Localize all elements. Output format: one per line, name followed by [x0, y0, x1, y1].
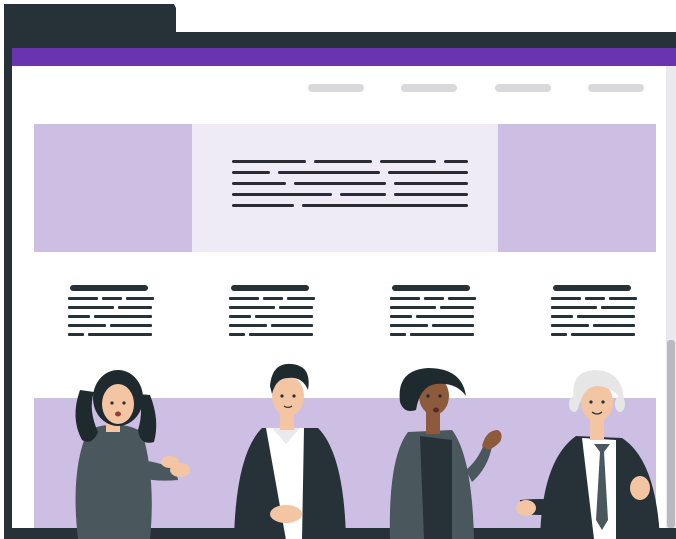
people-illustration	[75, 363, 660, 539]
man-in-blazer	[234, 363, 346, 539]
older-man-in-suit	[516, 370, 660, 539]
woman-clapping	[75, 370, 190, 539]
woman-gesturing	[389, 368, 502, 539]
